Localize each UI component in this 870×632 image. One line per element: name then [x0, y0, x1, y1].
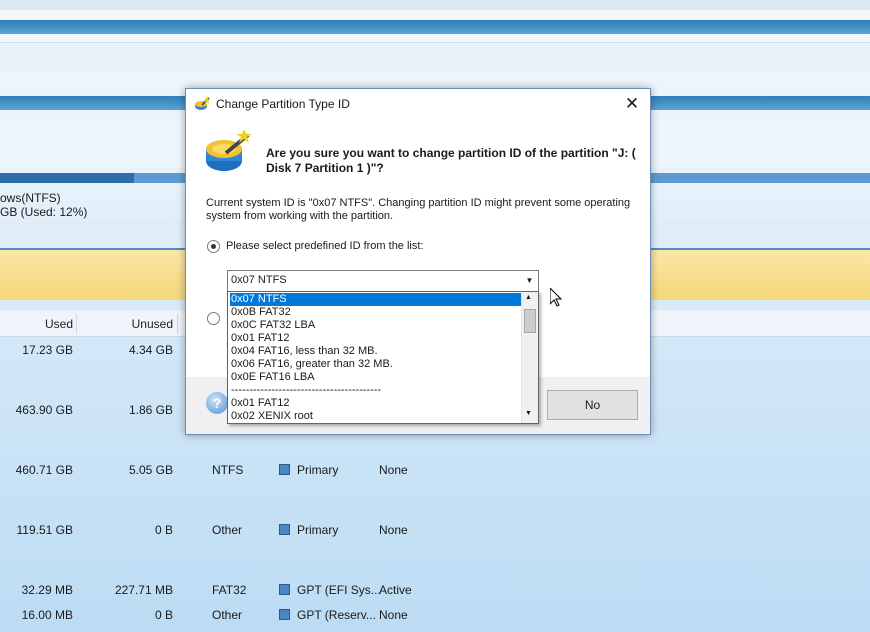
- partition-color-icon: [279, 464, 290, 475]
- partition-usage: GB (Used: 12%): [0, 205, 88, 219]
- cell-unused: 5.05 GB: [128, 463, 173, 477]
- col-unused[interactable]: Unused: [80, 312, 173, 336]
- header-divider: [177, 314, 178, 334]
- wand-disk-icon: [204, 129, 254, 178]
- header-divider: [76, 314, 77, 334]
- cell-status: None: [379, 523, 408, 537]
- change-partition-type-dialog: Change Partition Type ID ✕ Are you sure …: [185, 88, 651, 435]
- disk-row-1: [0, 42, 870, 73]
- top-strip: [0, 0, 870, 10]
- cell-filesystem: Other: [212, 608, 243, 622]
- cell-filesystem: Other: [212, 523, 243, 537]
- mouse-cursor-icon: [549, 286, 563, 310]
- list-item[interactable]: 0x07 NTFS: [230, 293, 521, 306]
- list-item[interactable]: 0x0C FAT32 LBA: [230, 319, 521, 332]
- cell-unused: 1.86 GB: [128, 403, 173, 417]
- list-item[interactable]: 0x04 FAT16, less than 32 MB.: [230, 345, 521, 358]
- cell-filesystem: FAT32: [212, 583, 247, 597]
- radio-custom[interactable]: [207, 312, 220, 325]
- cell-unused: 0 B: [154, 608, 173, 622]
- close-icon[interactable]: ✕: [622, 94, 642, 114]
- list-item[interactable]: 0x06 FAT16, greater than 32 MB.: [230, 358, 521, 371]
- no-button[interactable]: No: [547, 390, 638, 420]
- list-item[interactable]: 0x02 XENIX root: [230, 410, 521, 423]
- list-separator: ----------------------------------------…: [231, 384, 382, 396]
- combobox-value: 0x07 NTFS: [231, 274, 287, 286]
- wand-disk-icon: [194, 96, 210, 115]
- partition-color-icon: [279, 524, 290, 535]
- cell-type: Primary: [297, 463, 339, 477]
- list-item[interactable]: 0x0E FAT16 LBA: [230, 371, 521, 384]
- cell-used: 463.90 GB: [15, 403, 73, 417]
- scrollbar-thumb[interactable]: [524, 309, 536, 333]
- info-text: Current system ID is "0x07 NTFS". Changi…: [206, 197, 631, 222]
- cell-unused: 227.71 MB: [114, 583, 173, 597]
- cell-status: None: [379, 608, 408, 622]
- cell-type: GPT (Reserv...: [297, 608, 376, 622]
- partition-id-combobox[interactable]: 0x07 NTFS ▼: [227, 270, 539, 292]
- radio-predefined-label[interactable]: Please select predefined ID from the lis…: [226, 240, 423, 252]
- col-used[interactable]: Used: [0, 312, 73, 336]
- cell-used: 16.00 MB: [21, 608, 73, 622]
- scroll-up-icon[interactable]: ▲: [525, 294, 532, 301]
- radio-predefined[interactable]: [207, 240, 220, 253]
- cell-type: Primary: [297, 523, 339, 537]
- cell-status: None: [379, 463, 408, 477]
- help-icon[interactable]: ?: [206, 392, 228, 414]
- list-scrollbar[interactable]: ▲ ▼: [521, 292, 538, 423]
- partition-color-icon: [279, 609, 290, 620]
- partition-color-icon: [279, 584, 290, 595]
- cell-used: 17.23 GB: [22, 343, 73, 357]
- chevron-down-icon[interactable]: ▼: [521, 271, 538, 291]
- cell-unused: 0 B: [154, 523, 173, 537]
- cell-status: Active: [379, 583, 412, 597]
- partition-used-fill: [0, 173, 134, 183]
- cell-type: GPT (EFI Sys...: [297, 583, 381, 597]
- list-item[interactable]: 0x0B FAT32: [230, 306, 521, 319]
- partition-label: ows(NTFS): [0, 191, 61, 205]
- cell-used: 119.51 GB: [16, 523, 73, 537]
- partition-id-dropdown-list: 0x07 NTFS 0x0B FAT32 0x0C FAT32 LBA 0x01…: [227, 291, 539, 424]
- dialog-titlebar[interactable]: Change Partition Type ID ✕: [186, 89, 650, 119]
- list-item[interactable]: 0x01 FAT12: [230, 397, 521, 410]
- scroll-down-icon[interactable]: ▼: [525, 410, 532, 417]
- cell-unused: 4.34 GB: [128, 343, 173, 357]
- dialog-title: Change Partition Type ID: [216, 97, 350, 111]
- confirm-question: Are you sure you want to change partitio…: [266, 146, 636, 175]
- list-item[interactable]: 0x01 FAT12: [230, 332, 521, 345]
- cell-used: 32.29 MB: [21, 583, 73, 597]
- cell-filesystem: NTFS: [212, 463, 244, 477]
- disk-bar-1[interactable]: [0, 20, 870, 34]
- cell-used: 460.71 GB: [15, 463, 73, 477]
- radio-dot: [211, 244, 216, 249]
